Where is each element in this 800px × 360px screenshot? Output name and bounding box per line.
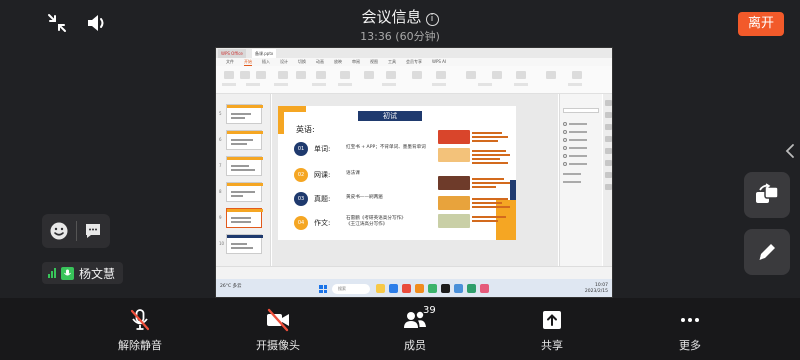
shared-screen: WPS Office 备课.pptx 文件 开始 插入 设计 切换 动画 放映 … (215, 47, 613, 298)
pen-icon (759, 244, 775, 260)
current-slide: 初试 英语: 01 单词: 红宝书 + APP；不背单词、墨墨背单词 02 网课… (278, 106, 516, 240)
mic-off-icon (95, 308, 185, 332)
taskbar-app-icon (480, 284, 489, 293)
share-icon (507, 308, 597, 332)
chat-icon[interactable] (83, 221, 103, 241)
chevron-left-icon[interactable] (784, 143, 796, 159)
wps-doc-tab: 备课.pptx (252, 49, 277, 58)
row-number: 03 (294, 192, 308, 206)
wps-menu-item: 视图 (370, 59, 378, 64)
members-label: 成员 (404, 339, 426, 352)
row-number: 04 (294, 216, 308, 230)
slide-image (438, 148, 470, 162)
members-icon: 39 (370, 305, 460, 332)
leave-button[interactable]: 离开 (738, 12, 784, 36)
top-bar: 会议信息 i 13:36 (60分钟) 离开 (0, 0, 800, 48)
row-label: 作文: (314, 219, 331, 227)
slide-title: 初试 (358, 111, 422, 121)
row-label: 单词: (314, 145, 331, 153)
unmute-label: 解除静音 (118, 339, 162, 352)
slide-thumbnail: 5 (219, 104, 263, 124)
mic-on-icon (61, 266, 74, 280)
meeting-title-text: 会议信息 (361, 8, 422, 26)
camera-button[interactable]: 开摄像头 (233, 308, 323, 353)
members-button[interactable]: 39 成员 (370, 305, 460, 353)
windows-start-icon (319, 285, 327, 293)
wps-menu-item: 会员专享 (406, 59, 422, 64)
signal-icon (48, 268, 56, 278)
wps-app-tab: WPS Office (218, 49, 246, 58)
wps-ribbon (216, 66, 612, 94)
row-value: 红宝书 + APP；不背单词、墨墨背单词 (346, 145, 426, 150)
share-label: 共享 (541, 339, 563, 352)
more-button[interactable]: 更多 (645, 308, 735, 353)
more-icon (645, 308, 735, 332)
slide-thumbnail: 8 (219, 182, 263, 202)
camera-off-icon (233, 308, 323, 332)
wps-menu-item: 放映 (334, 59, 342, 64)
slide-canvas: 初试 英语: 01 单词: 红宝书 + APP；不背单词、墨墨背单词 02 网课… (272, 94, 558, 266)
annotate-button[interactable] (744, 229, 790, 275)
wps-menu-item: 插入 (262, 59, 270, 64)
slide-thumbnail-selected: 9 (219, 208, 263, 228)
properties-panel (559, 94, 602, 266)
members-count: 39 (423, 305, 436, 316)
taskbar-search: 搜索 (332, 284, 370, 294)
slide-images (438, 130, 512, 228)
slide-thumbnail: 7 (219, 156, 263, 176)
slide-image (438, 130, 470, 144)
wps-menu-item: 动画 (316, 59, 324, 64)
row-value: 石雷鹏《考研英语高分写作》 《王江涛高分写作》 (346, 216, 406, 227)
unmute-button[interactable]: 解除静音 (95, 308, 185, 353)
taskbar-app-icon (415, 284, 424, 293)
info-icon[interactable]: i (425, 13, 439, 26)
windows-taskbar: 26°C 多云 搜索 10:07 2023/2/15 (216, 279, 612, 297)
row-number: 01 (294, 142, 308, 156)
taskbar-app-icon (376, 284, 385, 293)
meeting-title[interactable]: 会议信息 i (0, 6, 800, 27)
taskbar-app-icon (441, 284, 450, 293)
taskbar-app-icon (467, 284, 476, 293)
row-value: 语法课 (346, 171, 360, 176)
wps-menu-item: 工具 (388, 59, 396, 64)
row-value: 黄皮书——刷两遍 (346, 195, 383, 200)
wps-menu-item: 切换 (298, 59, 306, 64)
wps-menu-item: 文件 (226, 59, 234, 64)
wps-menu-item: WPS AI (432, 59, 447, 64)
participant-name: 杨文慧 (79, 266, 116, 281)
wps-status-bar (216, 266, 612, 279)
wps-menu-item: 开始 (244, 59, 252, 66)
slide-thumbnail: 10 (219, 234, 263, 254)
share-button[interactable]: 共享 (507, 308, 597, 353)
reaction-panel (42, 214, 110, 248)
row-label: 真题: (314, 195, 331, 203)
slide-thumbnail: 6 (219, 130, 263, 150)
participant-name-tag: 杨文慧 (42, 262, 124, 284)
wps-tab-bar: WPS Office 备课.pptx (216, 48, 612, 58)
slide-thumbnails: 5 6 7 8 9 10 (216, 94, 271, 266)
more-label: 更多 (679, 339, 701, 352)
taskbar-app-icon (402, 284, 411, 293)
wps-menu-item: 审阅 (352, 59, 360, 64)
meeting-time: 13:36 (60分钟) (360, 30, 440, 43)
taskbar-clock: 10:07 2023/2/15 (584, 283, 608, 294)
side-toolbar (603, 94, 612, 266)
wps-menu-item: 设计 (280, 59, 288, 64)
row-number: 02 (294, 168, 308, 182)
slide-image (438, 214, 470, 228)
camera-label: 开摄像头 (256, 339, 300, 352)
switch-camera-icon (756, 183, 779, 203)
slide-image (438, 176, 470, 190)
slide-heading: 英语: (296, 125, 315, 134)
taskbar-app-icon (454, 284, 463, 293)
emoji-icon[interactable] (49, 221, 69, 241)
bottom-toolbar: 解除静音 开摄像头 39 成员 共享 更多 (0, 298, 800, 360)
taskbar-app-icon (428, 284, 437, 293)
switch-camera-button[interactable] (744, 172, 790, 218)
weather-widget: 26°C 多云 (220, 284, 242, 289)
taskbar-app-icon (389, 284, 398, 293)
row-label: 网课: (314, 171, 331, 179)
wps-menu-bar: 文件 开始 插入 设计 切换 动画 放映 审阅 视图 工具 会员专享 WPS A… (216, 58, 612, 66)
slide-image (438, 196, 470, 210)
